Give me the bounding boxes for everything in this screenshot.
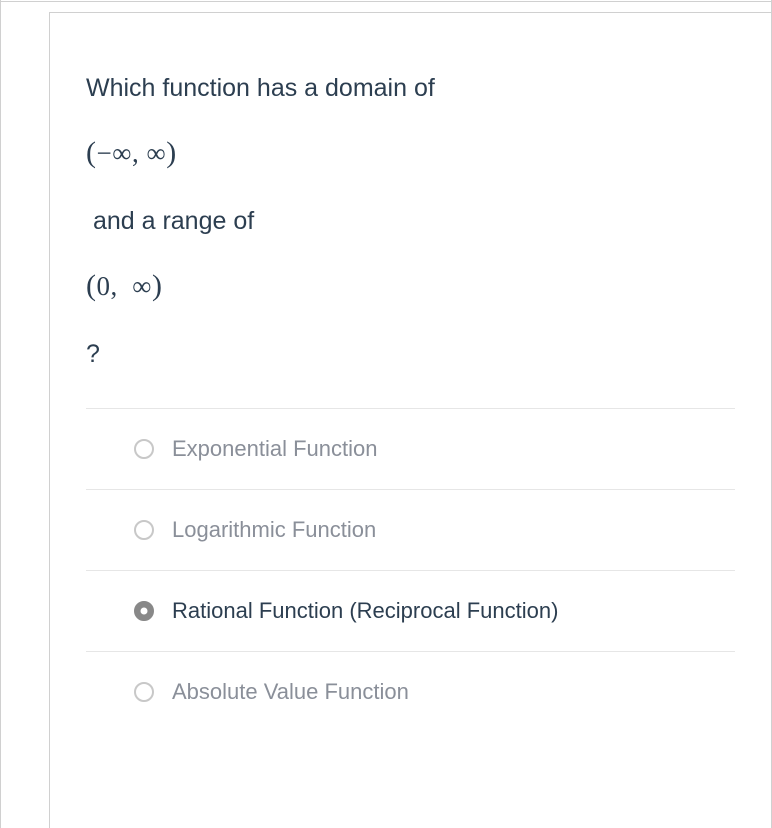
answer-label: Absolute Value Function — [172, 679, 409, 705]
math-domain-inner: −∞, ∞ — [97, 138, 167, 168]
answer-label: Exponential Function — [172, 436, 377, 462]
answers-list: Exponential Function Logarithmic Functio… — [86, 408, 735, 732]
math-domain-expr: (−∞, ∞) — [86, 136, 735, 170]
answer-label: Logarithmic Function — [172, 517, 376, 543]
divider-top — [1, 1, 771, 2]
math-range-expr: (0, ∞) — [86, 269, 735, 303]
math-range-inner: 0, ∞ — [97, 271, 153, 301]
answer-label: Rational Function (Reciprocal Function) — [172, 598, 558, 624]
question-line-3: ? — [86, 337, 735, 372]
outer-panel: Which function has a domain of (−∞, ∞) a… — [0, 0, 772, 828]
question-line-2: and a range of — [86, 204, 735, 239]
answer-option-logarithmic[interactable]: Logarithmic Function — [86, 490, 735, 571]
answer-option-absolute[interactable]: Absolute Value Function — [86, 652, 735, 732]
radio-icon — [134, 682, 154, 702]
answer-option-rational[interactable]: Rational Function (Reciprocal Function) — [86, 571, 735, 652]
question-panel: Which function has a domain of (−∞, ∞) a… — [49, 12, 771, 828]
question-line-1: Which function has a domain of — [86, 71, 735, 106]
radio-icon — [134, 520, 154, 540]
radio-icon — [134, 439, 154, 459]
answer-option-exponential[interactable]: Exponential Function — [86, 409, 735, 490]
radio-icon-selected — [134, 601, 154, 621]
